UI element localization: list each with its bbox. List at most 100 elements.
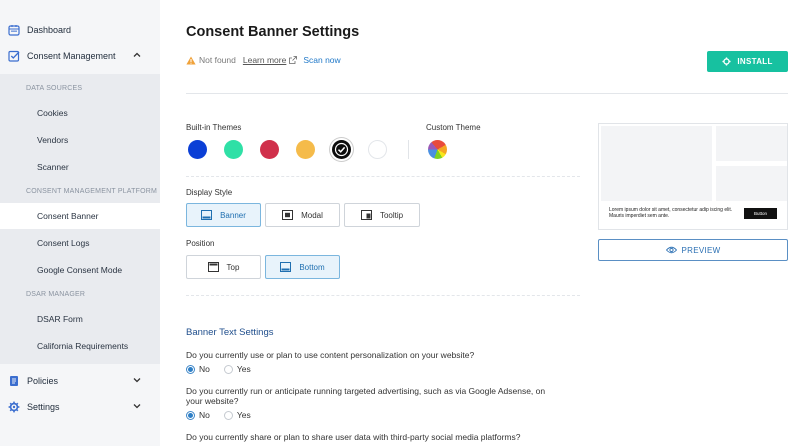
theme-swatch-red[interactable] [260, 140, 279, 159]
sidebar-item-label: California Requirements [37, 341, 129, 351]
position-option-label: Top [226, 262, 240, 272]
banner-text-settings-title: Banner Text Settings [186, 327, 274, 338]
document-icon [8, 375, 20, 387]
chevron-up-icon [132, 50, 142, 60]
gear-icon [8, 401, 20, 413]
display-style-label: Display Style [186, 188, 233, 197]
sidebar-item-label: Consent Banner [37, 211, 99, 221]
sidebar-item-vendors[interactable]: Vendors [0, 127, 160, 153]
install-status-row: Not found Learn more Scan now [186, 55, 341, 65]
q1-radio-yes[interactable] [223, 364, 233, 374]
radio-label: Yes [236, 410, 251, 420]
banner-preview: Lorem ipsum dolor sit amet, consectetur … [598, 123, 788, 230]
sidebar-item-dsar-form[interactable]: DSAR Form [0, 306, 160, 332]
theme-swatch-white[interactable] [368, 140, 387, 159]
external-link-icon [289, 56, 298, 64]
sidebar-item-label: Scanner [37, 162, 69, 172]
display-style-label: Tooltip [379, 210, 404, 220]
position-label: Position [186, 239, 215, 248]
sidebar-item-scanner[interactable]: Scanner [0, 154, 160, 180]
theme-swatch-teal[interactable] [224, 140, 243, 159]
checkbox-icon [8, 50, 20, 62]
display-style-label: Banner [220, 210, 246, 220]
theme-swatch-yellow[interactable] [296, 140, 315, 159]
divider [186, 295, 580, 296]
display-style-banner[interactable]: Banner [186, 203, 261, 227]
nav-dashboard[interactable]: Dashboard [0, 17, 160, 43]
q1-radio-group: No Yes [186, 364, 265, 374]
sidebar-item-label: Consent Logs [37, 238, 90, 248]
preview-button-label: PREVIEW [681, 245, 721, 255]
preview-placeholder-block [716, 166, 787, 201]
check-icon [334, 142, 349, 157]
position-bottom-icon [280, 262, 292, 272]
eye-icon [665, 246, 677, 254]
divider [186, 93, 788, 94]
calendar-icon [8, 24, 20, 36]
display-style-modal[interactable]: Modal [265, 203, 340, 227]
position-top[interactable]: Top [186, 255, 261, 279]
position-bottom[interactable]: Bottom [265, 255, 340, 279]
chevron-down-icon [132, 401, 142, 411]
theme-swatch-black[interactable] [332, 140, 351, 159]
preview-button[interactable]: PREVIEW [598, 239, 788, 261]
sidebar-item-label: DSAR Form [37, 314, 83, 324]
section-dsar: DSAR MANAGER [26, 291, 86, 298]
learn-more-link[interactable]: Learn more [243, 55, 286, 65]
preview-placeholder-block [716, 126, 787, 161]
radio-label: No [199, 410, 210, 420]
theme-separator [408, 140, 409, 159]
custom-theme-label: Custom Theme [426, 123, 481, 132]
sidebar-item-label: Cookies [37, 108, 68, 118]
page-title: Consent Banner Settings [186, 24, 360, 40]
chevron-down-icon [132, 375, 142, 385]
sidebar-item-california[interactable]: California Requirements [0, 333, 160, 359]
q2-radio-yes[interactable] [223, 410, 233, 420]
display-style-label: Modal [301, 210, 323, 220]
custom-theme-color-wheel[interactable] [428, 140, 447, 159]
nav-settings[interactable]: Settings [0, 394, 160, 420]
nav-consent-management[interactable]: Consent Management [0, 43, 160, 69]
status-text: Not found [199, 55, 236, 65]
question-targeted-advertising: Do you currently run or anticipate runni… [186, 386, 546, 406]
q1-radio-no[interactable] [186, 364, 195, 374]
theme-swatch-blue[interactable] [188, 140, 207, 159]
banner-layout-icon [201, 210, 213, 220]
builtin-themes-label: Built-in Themes [186, 123, 242, 132]
q2-radio-no[interactable] [186, 410, 195, 420]
preview-banner-text: Lorem ipsum dolor sit amet, consectetur … [609, 207, 733, 219]
position-top-icon [207, 262, 219, 272]
divider [186, 176, 580, 177]
sidebar-item-consent-logs[interactable]: Consent Logs [0, 230, 160, 256]
sidebar-item-cookies[interactable]: Cookies [0, 100, 160, 126]
radio-label: No [199, 364, 210, 374]
position-option-label: Bottom [299, 262, 325, 272]
preview-banner-button: Button [744, 208, 777, 219]
sidebar-item-google-consent-mode[interactable]: Google Consent Mode [0, 257, 160, 283]
radio-label: Yes [236, 364, 251, 374]
nav-policies-label: Policies [27, 376, 59, 386]
gear-icon [722, 57, 731, 66]
section-cmp: CONSENT MANAGEMENT PLATFORM [26, 188, 158, 195]
nav-consent-management-label: Consent Management [27, 51, 116, 61]
main-content: Consent Banner Settings Not found Learn … [160, 0, 800, 446]
nav-dashboard-label: Dashboard [27, 25, 72, 35]
install-button-label: INSTALL [737, 57, 773, 66]
preview-placeholder-block [601, 126, 712, 201]
install-button[interactable]: INSTALL [707, 51, 788, 72]
nav-settings-label: Settings [27, 402, 60, 412]
q2-radio-group: No Yes [186, 410, 265, 420]
question-content-personalization: Do you currently use or plan to use cont… [186, 350, 475, 360]
sidebar-item-consent-banner[interactable]: Consent Banner [0, 203, 160, 229]
modal-layout-icon [282, 210, 294, 220]
sidebar: Dashboard Consent Management DATA SOURCE… [0, 0, 160, 446]
sidebar-item-label: Google Consent Mode [37, 265, 123, 275]
section-data-sources: DATA SOURCES [26, 85, 83, 92]
tooltip-layout-icon [360, 210, 372, 220]
scan-now-link[interactable]: Scan now [303, 55, 340, 65]
sidebar-item-label: Vendors [37, 135, 69, 145]
display-style-tooltip[interactable]: Tooltip [344, 203, 420, 227]
warning-icon [186, 56, 196, 64]
question-social-media-sharing: Do you currently share or plan to share … [186, 432, 521, 442]
nav-policies[interactable]: Policies [0, 368, 160, 394]
